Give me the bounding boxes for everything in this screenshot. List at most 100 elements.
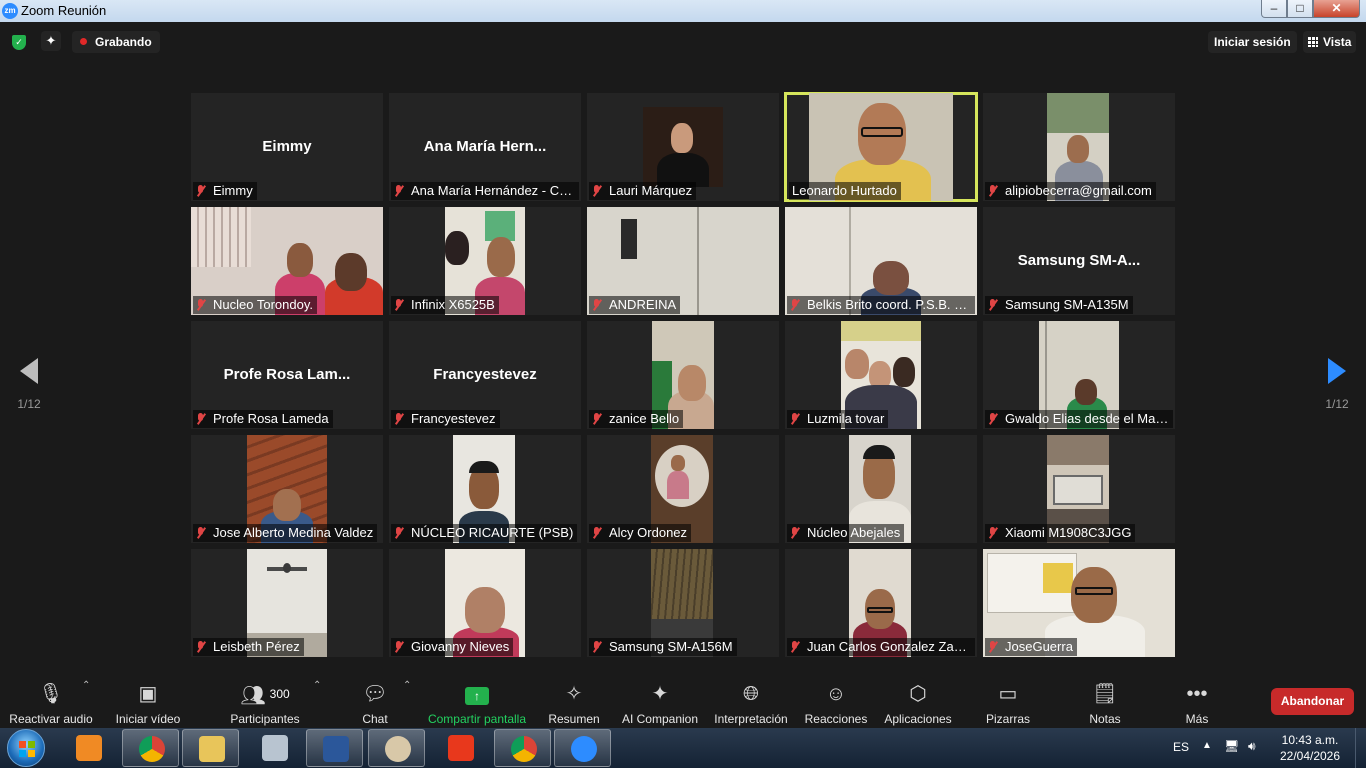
participant-name: Leisbeth Pérez: [213, 639, 300, 654]
paint-palette-icon: [385, 736, 411, 762]
participant-name: Infinix X6525B: [411, 297, 495, 312]
participant-nameplate: Núcleo Abejales: [787, 524, 905, 542]
participant-tile[interactable]: Jose Alberto Medina Valdez: [191, 435, 383, 543]
participant-tile[interactable]: Nucleo Torondoy.: [191, 207, 383, 315]
participants-options-chevron-icon[interactable]: ⌃: [313, 680, 321, 691]
ai-sparkle-icon[interactable]: ✦: [41, 31, 61, 51]
participant-tile[interactable]: Gwaldo Elias desde el Man...: [983, 321, 1175, 429]
start-video-button[interactable]: ▣ Iniciar vídeo: [112, 680, 184, 726]
more-dots-icon: •••: [1186, 683, 1208, 705]
more-label: Más: [1185, 712, 1209, 726]
leave-meeting-button[interactable]: Abandonar: [1271, 688, 1354, 715]
taskbar-clock[interactable]: 10:43 a.m. 22/04/2026: [1278, 732, 1342, 764]
participant-display-name: Francyestevez: [433, 366, 537, 383]
view-button[interactable]: Vista: [1303, 31, 1357, 53]
reactions-button[interactable]: ☺ Reacciones: [804, 680, 868, 726]
participant-tile[interactable]: zanice Bello: [587, 321, 779, 429]
participant-nameplate: Luzmila tovar: [787, 410, 889, 428]
taskbar-file-explorer-button[interactable]: [182, 729, 239, 767]
show-desktop-button[interactable]: [1355, 728, 1366, 768]
mic-muted-icon: [394, 641, 403, 653]
summary-button[interactable]: ✧ Resumen: [546, 680, 602, 726]
ai-companion-button[interactable]: ✦ AI Companion: [620, 680, 700, 726]
participant-name: Juan Carlos Gonzalez Zapa...: [807, 639, 975, 654]
participant-tile[interactable]: Profe Rosa Lam... Profe Rosa Lameda: [191, 321, 383, 429]
whiteboards-button[interactable]: ▭ Pizarras: [984, 680, 1032, 726]
taskbar-acrobat-button[interactable]: [432, 729, 489, 767]
participant-name: Belkis Brito coord. P.S.B. nu...: [807, 297, 975, 312]
participant-tile[interactable]: NÚCLEO RICAURTE (PSB): [389, 435, 581, 543]
network-icon[interactable]: 🖥︎: [1224, 739, 1239, 753]
windows-start-button[interactable]: [7, 729, 45, 767]
maximize-button[interactable]: □: [1287, 0, 1313, 18]
taskbar-media-player-button[interactable]: [60, 729, 117, 767]
taskbar-paint-button[interactable]: [368, 729, 425, 767]
volume-icon[interactable]: 🔊︎: [1248, 739, 1256, 754]
participant-tile[interactable]: Xiaomi M1908C3JGG: [983, 435, 1175, 543]
participant-tile[interactable]: Lauri Márquez: [587, 93, 779, 201]
notes-button[interactable]: 🗒︎ Notas: [1084, 680, 1126, 726]
participant-tile[interactable]: Luzmila tovar: [785, 321, 977, 429]
participant-tile[interactable]: Samsung SM-A156M: [587, 549, 779, 657]
mic-muted-icon: [790, 413, 799, 425]
participant-tile[interactable]: Infinix X6525B: [389, 207, 581, 315]
signin-button[interactable]: Iniciar sesión: [1208, 31, 1297, 53]
participant-nameplate: Alcy Ordonez: [589, 524, 692, 542]
taskbar-chrome-button[interactable]: [122, 729, 179, 767]
participant-tile[interactable]: Francyestevez Francyestevez: [389, 321, 581, 429]
participant-name: Jose Alberto Medina Valdez: [213, 525, 374, 540]
participant-tile[interactable]: alipiobecerra@gmail.com: [983, 93, 1175, 201]
share-screen-label: Compartir pantalla: [427, 712, 527, 726]
chat-options-chevron-icon[interactable]: ⌃: [403, 680, 411, 691]
minimize-button[interactable]: –: [1261, 0, 1287, 18]
participant-tile-active-speaker[interactable]: Leonardo Hurtado: [784, 92, 978, 202]
participant-nameplate: Ana María Hernández - Co...: [391, 182, 579, 200]
participant-tile[interactable]: Giovanny Nieves: [389, 549, 581, 657]
participants-button[interactable]: 👥︎ 300 Participantes: [228, 680, 302, 726]
mic-muted-icon: [592, 527, 601, 539]
participant-tile[interactable]: Alcy Ordonez: [587, 435, 779, 543]
participant-tile[interactable]: Juan Carlos Gonzalez Zapa...: [785, 549, 977, 657]
chat-button[interactable]: 💬︎ Chat: [352, 680, 398, 726]
notes-icon: 🗒︎: [1092, 683, 1118, 705]
next-page-button[interactable]: 1/12: [1317, 358, 1357, 411]
participant-tile[interactable]: Belkis Brito coord. P.S.B. nu...: [785, 207, 977, 315]
notes-label: Notas: [1089, 712, 1121, 726]
recording-dot-icon: [80, 38, 87, 45]
previous-page-button[interactable]: 1/12: [9, 358, 49, 411]
camera-off-icon: ▣: [138, 683, 158, 705]
participant-tile[interactable]: Samsung SM-A... Samsung SM-A135M: [983, 207, 1175, 315]
participant-tile[interactable]: Leisbeth Pérez: [191, 549, 383, 657]
more-button[interactable]: ••• Más: [1180, 680, 1214, 726]
taskbar-calculator-button[interactable]: [246, 729, 303, 767]
security-shield-icon[interactable]: ✓: [12, 35, 26, 50]
participant-tile[interactable]: Eimmy Eimmy: [191, 93, 383, 201]
interpretation-button[interactable]: 🌐︎ Interpretación: [712, 680, 790, 726]
unmute-audio-label: Reactivar audio: [9, 712, 93, 726]
share-screen-button[interactable]: ↑ Compartir pantalla: [426, 680, 528, 726]
participant-tile[interactable]: JoseGuerra: [983, 549, 1175, 657]
tray-expand-chevron-icon[interactable]: ▲: [1202, 740, 1212, 751]
taskbar-chrome-button-2[interactable]: [494, 729, 551, 767]
apps-button[interactable]: ⬡ Aplicaciones: [882, 680, 954, 726]
share-screen-icon: ↑: [465, 687, 489, 705]
language-indicator[interactable]: ES: [1173, 740, 1189, 754]
mic-muted-icon: [592, 185, 601, 197]
taskbar-zoom-button[interactable]: [554, 729, 611, 767]
clock-time: 10:43 a.m.: [1281, 733, 1339, 747]
participant-name: zanice Bello: [609, 411, 680, 426]
recording-indicator[interactable]: Grabando: [72, 31, 160, 53]
participant-tile[interactable]: ANDREINA: [587, 207, 779, 315]
smiley-plus-icon: ☺: [825, 683, 847, 705]
audio-options-chevron-icon[interactable]: ⌃: [82, 680, 90, 691]
participant-nameplate: Jose Alberto Medina Valdez: [193, 524, 378, 542]
mic-muted-icon: [988, 641, 997, 653]
participant-tile[interactable]: Ana María Hern... Ana María Hernández - …: [389, 93, 581, 201]
taskbar-word-button[interactable]: [306, 729, 363, 767]
participant-nameplate: Belkis Brito coord. P.S.B. nu...: [787, 296, 975, 314]
participant-name: Leonardo Hurtado: [792, 183, 897, 198]
participant-name: Ana María Hernández - Co...: [411, 183, 578, 198]
mic-muted-icon: [196, 299, 205, 311]
close-window-button[interactable]: ✕: [1313, 0, 1360, 18]
participant-tile[interactable]: Núcleo Abejales: [785, 435, 977, 543]
